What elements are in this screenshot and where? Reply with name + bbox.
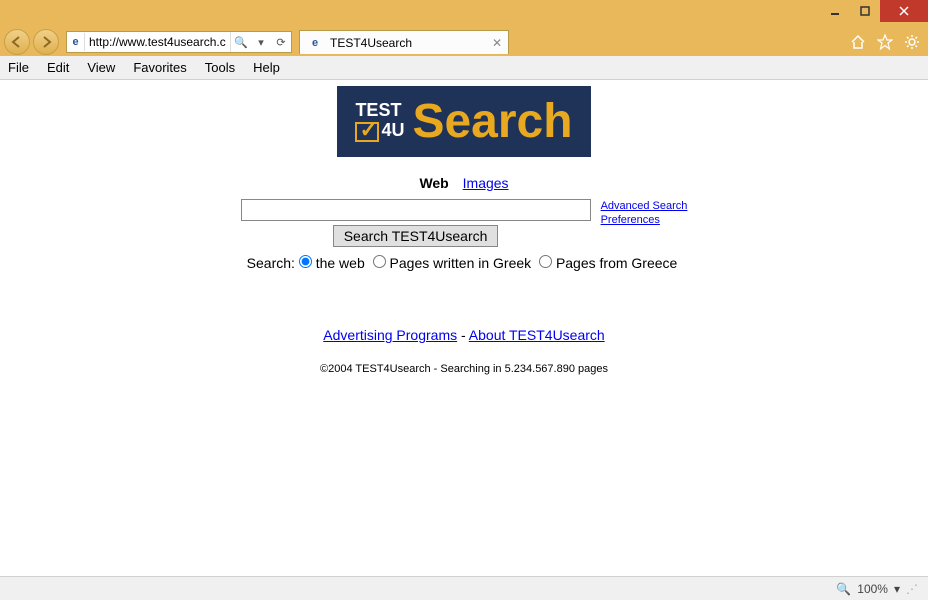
tab-close-icon[interactable]: ✕: [492, 36, 502, 50]
refresh-icon[interactable]: ⟳: [271, 32, 291, 52]
home-icon[interactable]: [846, 30, 870, 54]
menu-favorites[interactable]: Favorites: [133, 60, 186, 75]
logo-text-bottom: 4U: [381, 120, 404, 140]
advertising-link[interactable]: Advertising Programs: [323, 327, 457, 343]
page-content: TEST 4U Search Web Images Search TEST4Us…: [0, 80, 928, 576]
minimize-button[interactable]: [820, 0, 850, 22]
address-tools: 🔍 ▾ ⟳: [230, 32, 291, 52]
zoom-icon[interactable]: 🔍: [836, 582, 851, 596]
favorites-star-icon[interactable]: [873, 30, 897, 54]
forward-button[interactable]: [33, 29, 59, 55]
menu-edit[interactable]: Edit: [47, 60, 69, 75]
radio-greece-label: Pages from Greece: [556, 255, 677, 271]
menu-tools[interactable]: Tools: [205, 60, 235, 75]
menu-view[interactable]: View: [87, 60, 115, 75]
tab-web[interactable]: Web: [419, 175, 448, 191]
status-bar: 🔍 100% ▾ ⋰: [0, 576, 928, 600]
tab-favicon-icon: e: [306, 34, 324, 52]
zoom-level[interactable]: 100%: [857, 582, 888, 596]
tab-title: TEST4Usearch: [330, 36, 412, 50]
radio-web[interactable]: [299, 255, 312, 268]
radio-web-label: the web: [316, 255, 365, 271]
advanced-search-link[interactable]: Advanced Search: [601, 199, 688, 213]
footer-separator: -: [457, 327, 469, 343]
menu-bar: File Edit View Favorites Tools Help: [0, 56, 928, 80]
menu-file[interactable]: File: [8, 60, 29, 75]
search-button[interactable]: Search TEST4Usearch: [333, 225, 499, 247]
search-scope-row: Search: the web Pages written in Greek P…: [0, 255, 928, 271]
browser-tab[interactable]: e TEST4Usearch ✕: [299, 30, 509, 54]
resize-grip-icon[interactable]: ⋰: [906, 582, 918, 596]
ie-favicon-icon: e: [67, 33, 85, 51]
maximize-button[interactable]: [850, 0, 880, 22]
dropdown-icon[interactable]: ▾: [251, 32, 271, 52]
search-tabs: Web Images: [0, 175, 928, 191]
logo-text-search: Search: [412, 94, 572, 149]
search-scope-label: Search:: [247, 255, 295, 271]
settings-gear-icon[interactable]: [900, 30, 924, 54]
radio-greek[interactable]: [373, 255, 386, 268]
tab-images-link[interactable]: Images: [463, 175, 509, 191]
site-logo: TEST 4U Search: [337, 86, 590, 157]
search-icon[interactable]: 🔍: [231, 32, 251, 52]
menu-help[interactable]: Help: [253, 60, 280, 75]
radio-greece[interactable]: [539, 255, 552, 268]
window-titlebar: [0, 0, 928, 28]
radio-greek-label: Pages written in Greek: [390, 255, 532, 271]
address-bar[interactable]: [85, 32, 230, 52]
address-bar-wrap: e 🔍 ▾ ⟳: [66, 31, 292, 53]
copyright-text: ©2004 TEST4Usearch - Searching in 5.234.…: [0, 363, 928, 375]
close-button[interactable]: [880, 0, 928, 22]
footer-links: Advertising Programs - About TEST4Usearc…: [0, 327, 928, 343]
search-input[interactable]: [241, 199, 591, 221]
logo-check-icon: [355, 122, 379, 142]
preferences-link[interactable]: Preferences: [601, 213, 688, 227]
back-button[interactable]: [4, 29, 30, 55]
browser-toolbar: e 🔍 ▾ ⟳ e TEST4Usearch ✕: [0, 28, 928, 56]
zoom-dropdown-icon[interactable]: ▾: [894, 582, 900, 596]
about-link[interactable]: About TEST4Usearch: [469, 327, 605, 343]
